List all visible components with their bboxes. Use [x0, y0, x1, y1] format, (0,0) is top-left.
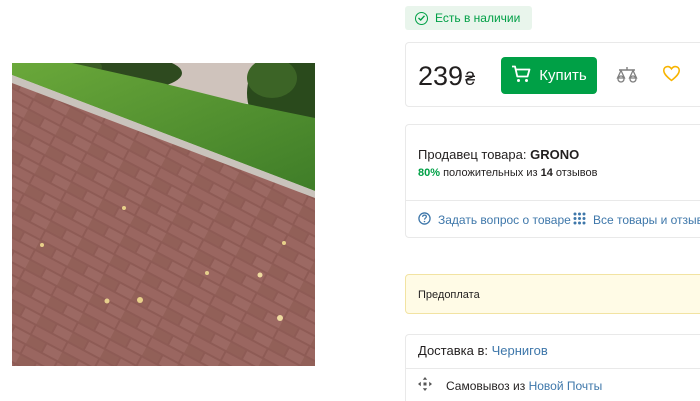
delivery-destination: Доставка в: Чернигов: [418, 343, 548, 358]
seller-name[interactable]: GRONO: [530, 147, 579, 162]
prepayment-label: Предоплата: [418, 289, 480, 301]
seller-info: Продавец товара: GRONO: [418, 147, 579, 162]
delivery-city-link[interactable]: Чернигов: [492, 343, 548, 358]
check-circle-icon: [415, 11, 428, 25]
product-price: 239 ₴: [418, 61, 475, 92]
price-card: 239 ₴ Купить: [405, 42, 700, 107]
grid-dots-icon: [573, 212, 586, 228]
move-arrows-icon: [418, 377, 432, 394]
cart-icon: [511, 65, 531, 87]
positive-text: положительных из: [443, 167, 538, 179]
seller-rating: 80% положительных из 14 отзывов: [418, 167, 597, 179]
stock-status-text: Есть в наличии: [435, 11, 521, 25]
all-products-label: Все товары и отзывы: [593, 213, 700, 227]
pickup-label: Самовывоз из: [446, 378, 526, 393]
prepayment-notice: Предоплата: [405, 274, 700, 314]
seller-label: Продавец товара:: [418, 147, 527, 162]
pickup-carrier-link[interactable]: Новой Почты: [529, 379, 603, 393]
ask-question-label: Задать вопрос о товаре: [438, 213, 571, 227]
compare-scales-icon[interactable]: [616, 65, 638, 90]
stock-status-badge: Есть в наличии: [405, 6, 533, 30]
positive-percent: 80%: [418, 167, 441, 179]
seller-card: Продавец товара: GRONO 80% положительных…: [405, 124, 700, 238]
divider: [406, 200, 700, 201]
ask-question-link[interactable]: Задать вопрос о товаре: [418, 212, 571, 228]
question-circle-icon: [418, 212, 431, 228]
delivery-card: Доставка в: Чернигов Самовывоз из Новой …: [405, 334, 700, 401]
divider: [406, 368, 700, 369]
reviews-count: 14: [540, 167, 553, 179]
reviews-word: отзывов: [555, 167, 598, 179]
buy-button[interactable]: Купить: [501, 57, 597, 94]
price-currency: ₴: [465, 69, 476, 89]
price-value: 239: [418, 61, 464, 91]
delivery-label: Доставка в:: [418, 343, 488, 358]
heart-icon[interactable]: [662, 65, 681, 87]
pickup-option: Самовывоз из Новой Почты: [418, 377, 602, 394]
all-products-link[interactable]: Все товары и отзывы: [573, 212, 700, 228]
buy-button-label: Купить: [539, 67, 587, 84]
product-image[interactable]: [12, 63, 315, 366]
